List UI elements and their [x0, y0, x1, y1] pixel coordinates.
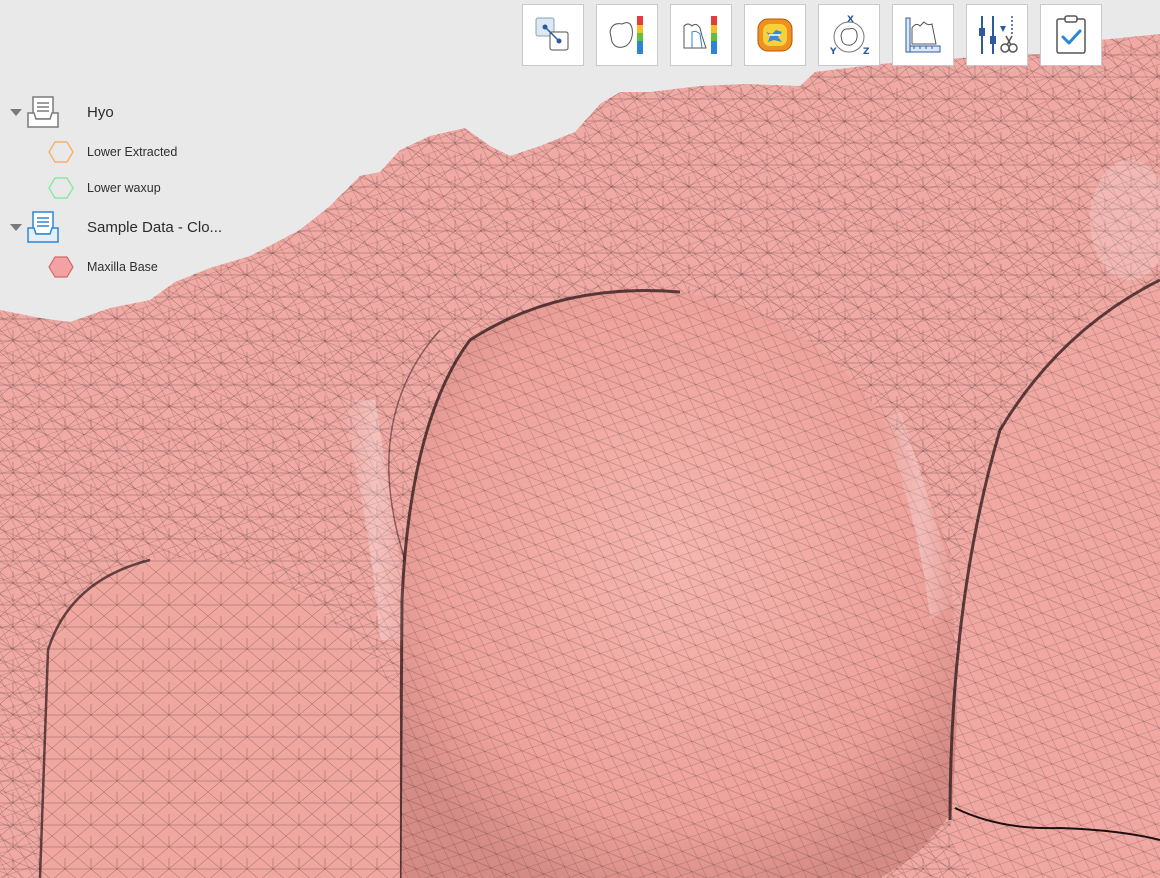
- svg-text:X: X: [847, 15, 854, 25]
- trim-cut-icon: [979, 16, 1018, 54]
- hexagon-outline-icon: [48, 141, 74, 163]
- tree-item-label: Maxilla Base: [87, 260, 158, 274]
- svg-text:Y: Y: [829, 47, 837, 57]
- deviation-colormap-icon: [609, 16, 643, 54]
- deviation-colormap-button[interactable]: [596, 4, 658, 66]
- tree-group-label: Hyo: [87, 103, 114, 121]
- section-colormap-icon: [683, 16, 717, 54]
- project-folder-icon: [27, 96, 59, 128]
- tree-group-label: Sample Data - Clo...: [87, 218, 223, 236]
- measurement-ruler-icon: [905, 17, 941, 53]
- tree-group-sample-data[interactable]: Sample Data - Clo...: [0, 211, 250, 243]
- tree-group-hyo[interactable]: Hyo: [0, 96, 250, 128]
- confirm-button[interactable]: [1040, 4, 1102, 66]
- mesh-canvas: [0, 34, 1160, 878]
- collapse-caret-icon[interactable]: [10, 223, 22, 231]
- xyz-rotation-button[interactable]: X Y Z: [818, 4, 880, 66]
- tree-item-lower-extracted[interactable]: Lower Extracted: [0, 136, 250, 168]
- hexagon-outline-icon: [48, 177, 74, 199]
- tree-item-label: Lower waxup: [87, 181, 161, 195]
- measurement-button[interactable]: [892, 4, 954, 66]
- tree-item-label: Lower Extracted: [87, 145, 178, 159]
- confirm-checklist-icon: [1056, 15, 1086, 54]
- transform-icon: [535, 17, 569, 51]
- tree-item-lower-waxup[interactable]: Lower waxup: [0, 172, 250, 204]
- occlusion-map-button[interactable]: [744, 4, 806, 66]
- collapse-caret-icon[interactable]: [10, 108, 22, 116]
- transform-button[interactable]: [522, 4, 584, 66]
- project-folder-icon: [27, 211, 59, 243]
- occlusion-map-icon: [757, 18, 793, 52]
- svg-text:Z: Z: [863, 47, 870, 57]
- 3d-viewport[interactable]: [0, 0, 1160, 878]
- xyz-rotation-icon: X Y Z: [829, 15, 870, 57]
- tree-item-maxilla-base[interactable]: Maxilla Base: [0, 251, 250, 283]
- hexagon-filled-icon: [48, 256, 74, 278]
- trim-cut-button[interactable]: [966, 4, 1028, 66]
- section-colormap-button[interactable]: [670, 4, 732, 66]
